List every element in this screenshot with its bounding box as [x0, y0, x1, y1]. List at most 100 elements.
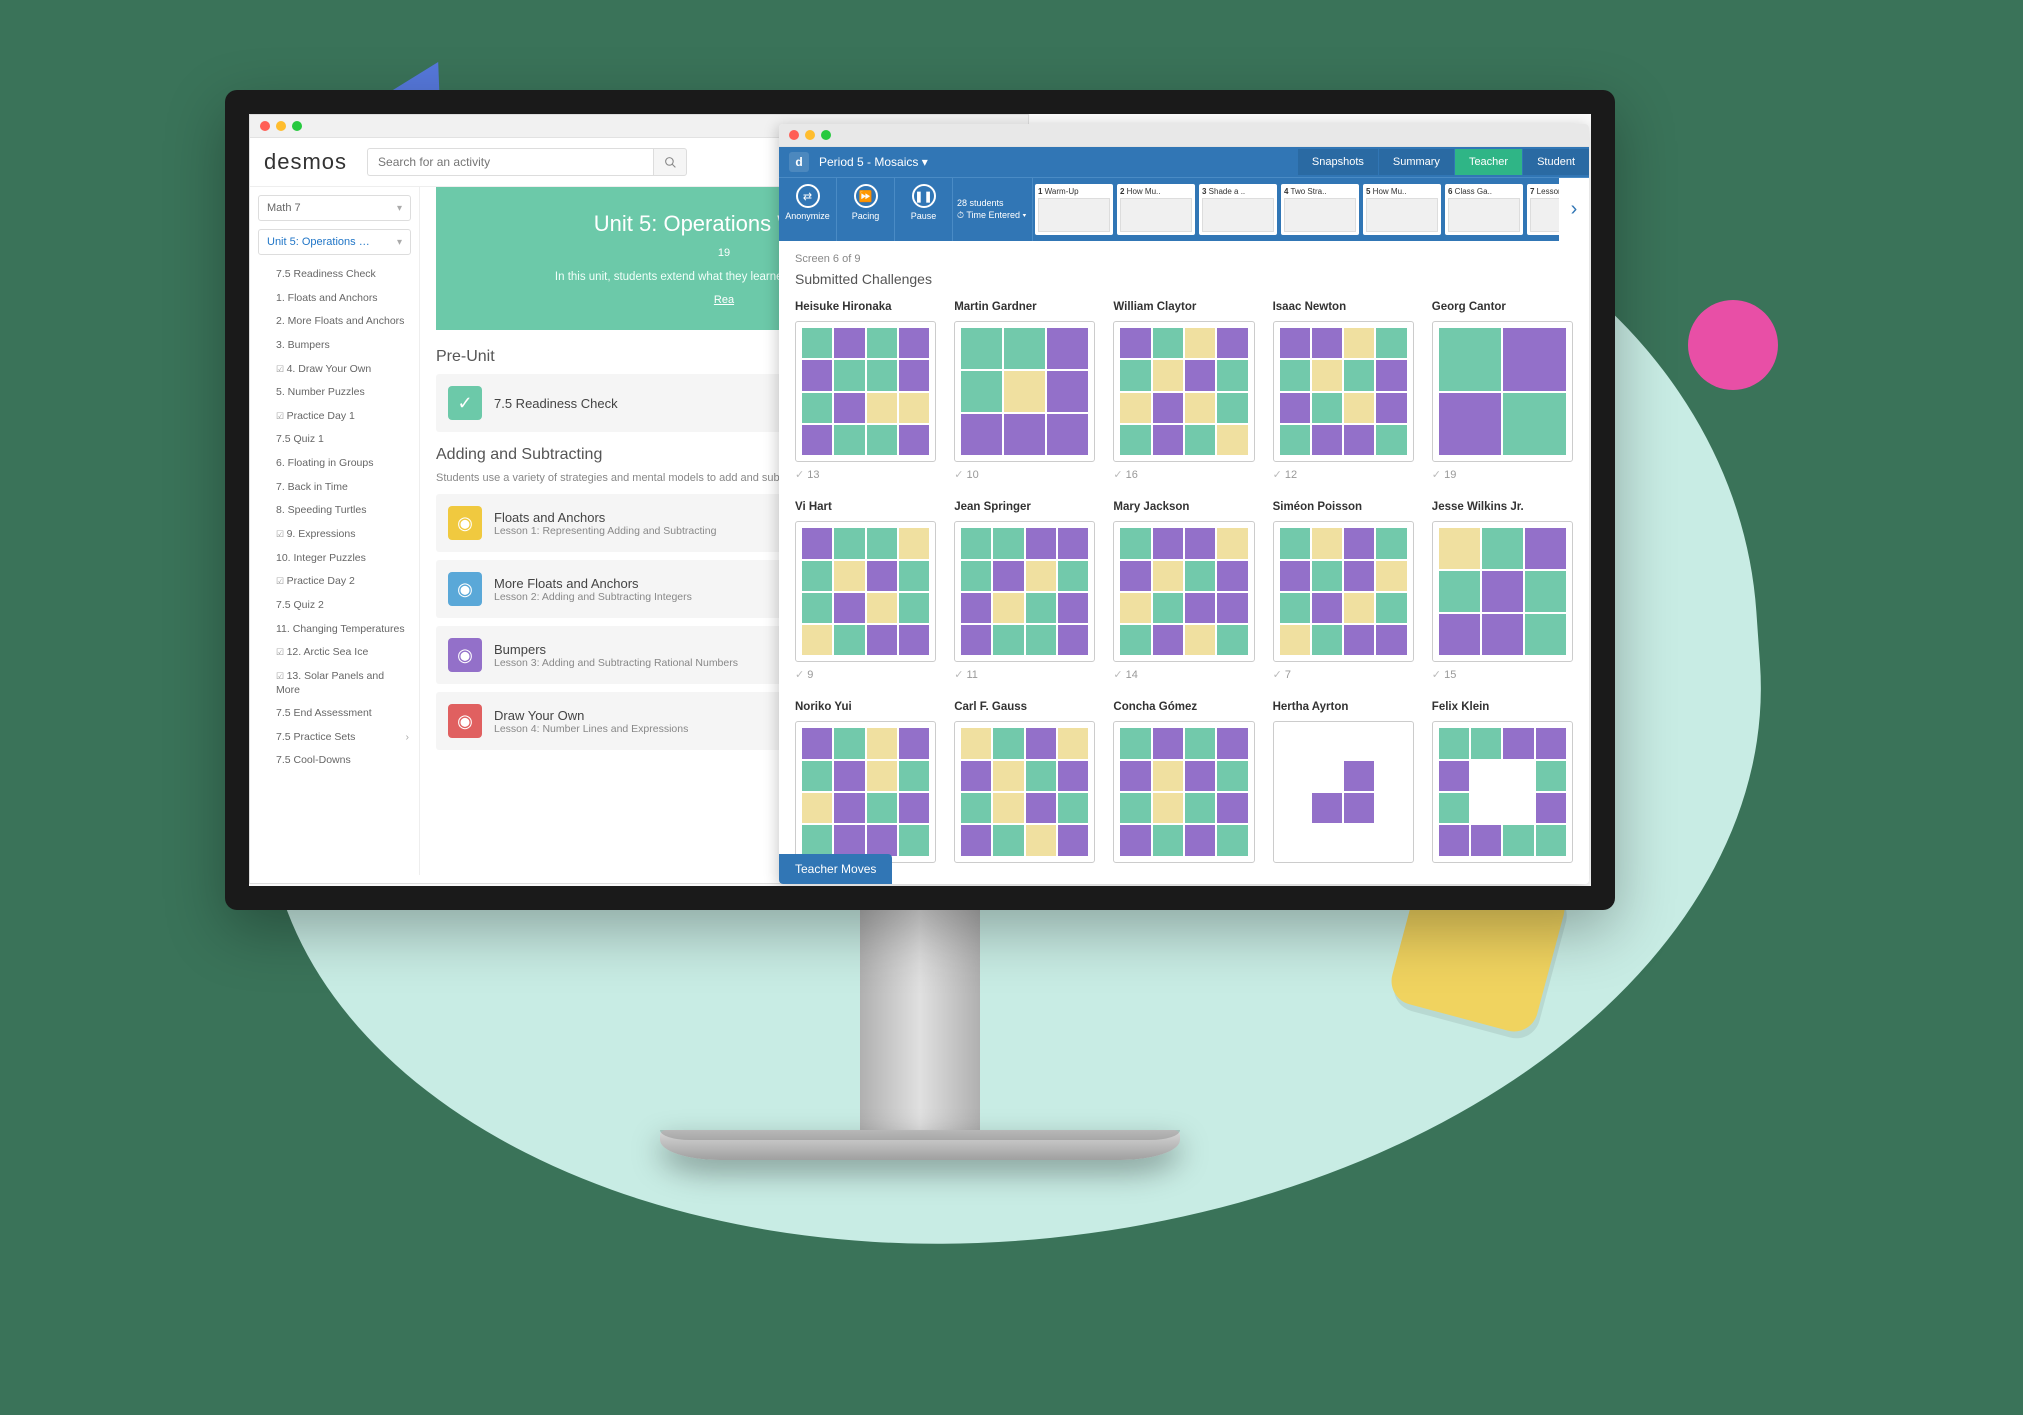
vote-count: 16 — [1113, 468, 1254, 481]
sidebar-item[interactable]: 2. More Floats and Anchors — [250, 310, 419, 334]
lesson-icon: ◉ — [448, 638, 482, 672]
sidebar-item[interactable]: Practice Day 2 — [250, 570, 419, 594]
sidebar-item[interactable]: 6. Floating in Groups — [250, 452, 419, 476]
checklist-icon: ✓ — [448, 386, 482, 420]
view-tab[interactable]: Student — [1523, 149, 1589, 175]
sidebar-item[interactable]: 4. Draw Your Own — [250, 358, 419, 382]
course-selector[interactable]: Math 7▾ — [258, 195, 411, 221]
student-name: Felix Klein — [1432, 701, 1573, 713]
dashboard-toolbar: ⇄ Anonymize ⏩ Pacing ❚❚ Pause 28 student… — [779, 177, 1589, 241]
class-title[interactable]: Period 5 - Mosaics ▾ — [819, 155, 1298, 169]
student-cell[interactable]: Isaac Newton 12 — [1273, 301, 1414, 481]
unit-selector[interactable]: Unit 5: Operations …▾ — [258, 229, 411, 255]
search-button[interactable] — [653, 148, 687, 176]
monitor-bezel: desmos Math 7▾ Unit 5: Opera — [225, 90, 1615, 910]
screen-thumb[interactable]: 3 Shade a .. — [1199, 184, 1277, 235]
student-cell[interactable]: Martin Gardner 10 — [954, 301, 1095, 481]
mosaic-tile — [795, 721, 936, 862]
pause-button[interactable]: ❚❚ Pause — [895, 178, 953, 241]
student-name: Mary Jackson — [1113, 501, 1254, 513]
dashboard-content: Screen 6 of 9 Submitted Challenges Heisu… — [779, 241, 1589, 884]
sidebar-item[interactable]: 9. Expressions — [250, 523, 419, 547]
sidebar-item[interactable]: 1. Floats and Anchors — [250, 287, 419, 311]
screen-thumb[interactable]: 1 Warm-Up — [1035, 184, 1113, 235]
teacher-moves-button[interactable]: Teacher Moves — [779, 854, 892, 884]
sidebar-item[interactable]: 3. Bumpers — [250, 334, 419, 358]
sidebar-item[interactable]: 11. Changing Temperatures — [250, 618, 419, 642]
minimize-icon[interactable] — [805, 130, 815, 140]
view-tab[interactable]: Snapshots — [1298, 149, 1378, 175]
student-cell[interactable]: Jesse Wilkins Jr. 15 — [1432, 501, 1573, 681]
mosaic-tile — [1113, 321, 1254, 462]
student-cell[interactable]: Siméon Poisson 7 — [1273, 501, 1414, 681]
vote-count: 12 — [1273, 468, 1414, 481]
student-name: Jean Springer — [954, 501, 1095, 513]
anonymize-button[interactable]: ⇄ Anonymize — [779, 178, 837, 241]
student-cell[interactable]: Noriko Yui — [795, 701, 936, 862]
screen-thumb[interactable]: 7 Lesson .. — [1527, 184, 1559, 235]
student-cell[interactable]: Georg Cantor 19 — [1432, 301, 1573, 481]
sidebar-item[interactable]: 7. Back in Time — [250, 476, 419, 500]
control-label: Pause — [899, 211, 948, 221]
status-panel: 28 students ⏱ Time Entered ▾ — [953, 178, 1033, 241]
screen: desmos Math 7▾ Unit 5: Opera — [249, 114, 1591, 886]
decorative-circle — [1688, 300, 1778, 390]
student-cell[interactable]: Concha Gómez — [1113, 701, 1254, 862]
lesson-icon: ◉ — [448, 704, 482, 738]
screen-thumb[interactable]: 2 How Mu.. — [1117, 184, 1195, 235]
pacing-button[interactable]: ⏩ Pacing — [837, 178, 895, 241]
sidebar-item[interactable]: 13. Solar Panels and More — [250, 665, 419, 702]
student-cell[interactable]: Mary Jackson 14 — [1113, 501, 1254, 681]
student-name: Vi Hart — [795, 501, 936, 513]
minimize-icon[interactable] — [276, 121, 286, 131]
student-cell[interactable]: William Claytor 16 — [1113, 301, 1254, 481]
sidebar-item[interactable]: 12. Arctic Sea Ice — [250, 641, 419, 665]
search-input[interactable] — [367, 148, 653, 176]
close-icon[interactable] — [789, 130, 799, 140]
sidebar-item[interactable]: 7.5 Readiness Check — [250, 263, 419, 287]
chevron-right-icon: › — [406, 731, 410, 745]
screen-thumb[interactable]: 5 How Mu.. — [1363, 184, 1441, 235]
lesson-icon: ◉ — [448, 572, 482, 606]
sidebar-item[interactable]: 5. Number Puzzles — [250, 381, 419, 405]
chevron-down-icon: ▾ — [397, 203, 402, 214]
vote-count: 15 — [1432, 668, 1573, 681]
student-name: Georg Cantor — [1432, 301, 1573, 313]
sidebar-item[interactable]: 7.5 Quiz 1 — [250, 428, 419, 452]
sidebar-item[interactable]: 8. Speeding Turtles — [250, 499, 419, 523]
mosaic-tile — [1273, 521, 1414, 662]
time-sort[interactable]: ⏱ Time Entered ▾ — [957, 210, 1028, 221]
thumb-preview — [1366, 198, 1438, 232]
maximize-icon[interactable] — [821, 130, 831, 140]
view-tab[interactable]: Summary — [1379, 149, 1454, 175]
next-screens-button[interactable]: › — [1559, 178, 1589, 241]
student-cell[interactable]: Felix Klein — [1432, 701, 1573, 862]
window-controls — [779, 124, 1589, 147]
thumb-preview — [1530, 198, 1559, 232]
maximize-icon[interactable] — [292, 121, 302, 131]
student-cell[interactable]: Hertha Ayrton — [1273, 701, 1414, 862]
lesson-subtitle: Lesson 2: Adding and Subtracting Integer… — [494, 591, 692, 603]
vote-count: 13 — [795, 468, 936, 481]
screen-thumb[interactable]: 6 Class Ga.. — [1445, 184, 1523, 235]
student-name: Concha Gómez — [1113, 701, 1254, 713]
vote-count: 14 — [1113, 668, 1254, 681]
search-field[interactable] — [367, 148, 687, 176]
sidebar-item[interactable]: 7.5 End Assessment — [250, 702, 419, 726]
student-cell[interactable]: Jean Springer 11 — [954, 501, 1095, 681]
sidebar-item[interactable]: 10. Integer Puzzles — [250, 547, 419, 571]
student-cell[interactable]: Carl F. Gauss — [954, 701, 1095, 862]
student-cell[interactable]: Vi Hart 9 — [795, 501, 936, 681]
thumb-preview — [1284, 198, 1356, 232]
close-icon[interactable] — [260, 121, 270, 131]
control-label: Anonymize — [783, 211, 832, 221]
student-name: Martin Gardner — [954, 301, 1095, 313]
sidebar: Math 7▾ Unit 5: Operations …▾ 7.5 Readin… — [250, 187, 420, 875]
student-cell[interactable]: Heisuke Hironaka 13 — [795, 301, 936, 481]
screen-thumb[interactable]: 4 Two Stra.. — [1281, 184, 1359, 235]
sidebar-item[interactable]: 7.5 Quiz 2 — [250, 594, 419, 618]
sidebar-item[interactable]: 7.5 Practice Sets› — [250, 726, 419, 750]
view-tab[interactable]: Teacher — [1455, 149, 1522, 175]
sidebar-item[interactable]: Practice Day 1 — [250, 405, 419, 429]
sidebar-item[interactable]: 7.5 Cool-Downs — [250, 749, 419, 773]
